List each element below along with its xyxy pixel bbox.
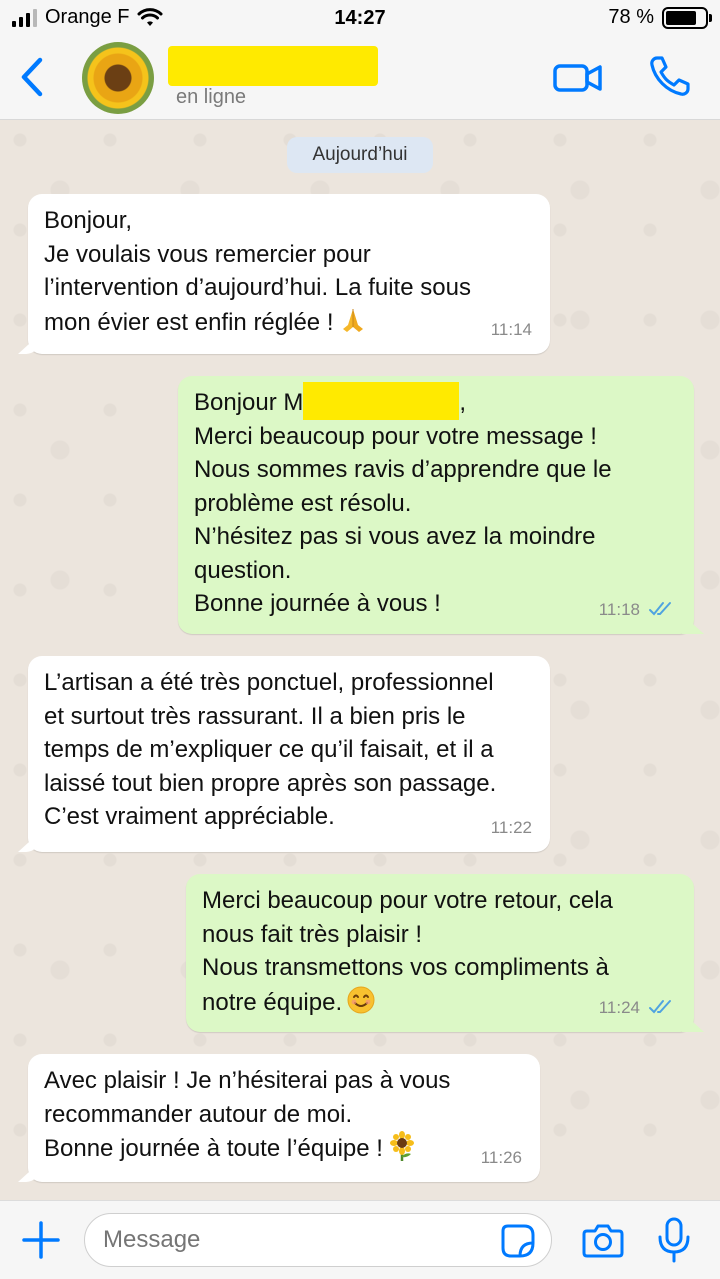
message-line: problème est résolu. [194,489,412,517]
redacted-name [303,381,460,420]
greeting-prefix: Bonjour M [194,389,304,416]
contact-avatar[interactable] [82,42,154,114]
chat-header: en ligne [0,38,720,120]
message-line: recommander autour de moi. [44,1100,353,1128]
plus-icon[interactable] [20,1219,62,1261]
read-receipt-icon [649,602,671,616]
message-line: Bonjour, [44,207,133,234]
contact-name-redacted[interactable] [168,46,378,86]
incoming-message[interactable]: L’artisan a été très ponctuel, professio… [28,656,550,852]
video-call-icon[interactable] [552,58,604,98]
message-line: Avec plaisir ! Je n’hésiterai pas à vous [44,1067,451,1094]
message-meta: 11:14 [491,313,532,347]
phone-call-icon[interactable] [648,54,692,98]
battery-percent: 78 % [608,6,654,28]
message-line: Bonjour M, [194,381,678,420]
message-line: C’est vraiment appréciable. [44,803,335,830]
message-line: question. [194,556,292,584]
presence-status: en ligne [176,86,247,108]
sticker-icon[interactable] [500,1223,536,1259]
battery-fill [666,10,696,25]
message-line: L’artisan a été très ponctuel, professio… [44,669,494,696]
message-time: 11:14 [490,319,532,339]
message-line: Merci beaucoup pour votre retour, cela [202,887,613,914]
message-line: N’hésitez pas si vous avez la moindre [194,523,596,551]
message-time: 11:26 [480,1147,522,1167]
message-line: temps de m’expliquer ce qu’il faisait, e… [44,736,494,763]
message-text: notre équipe. [202,988,343,1016]
status-bar: Orange F 14:27 78 % [0,0,720,38]
message-time: 11:18 [598,599,640,619]
message-text: mon évier est enfin réglée ! [44,308,334,336]
message-meta: 11:24 [599,991,676,1025]
message-line: et surtout très rassurant. Il a bien pri… [44,702,466,730]
message-time: 11:24 [598,997,640,1017]
message-line: Nous transmettons vos compliments à [202,954,609,981]
back-chevron-icon[interactable] [14,52,54,102]
microphone-icon[interactable] [656,1217,692,1263]
battery-group: 78 % [608,6,712,29]
greeting-suffix: , [459,389,467,416]
message-line: l’intervention d’aujourd’hui. La fuite s… [44,274,471,301]
message-meta: 11:18 [599,593,676,627]
camera-icon[interactable] [582,1221,624,1259]
message-list[interactable]: Aujourd’hui Bonjour, Je voulais vous rem… [0,120,720,1200]
outgoing-message[interactable]: Merci beaucoup pour votre retour, cela n… [186,874,694,1032]
message-meta: 11:26 [481,1141,522,1175]
battery-icon [662,6,712,29]
incoming-message[interactable]: Bonjour, Je voulais vous remercier pour … [28,194,550,354]
sunflower-emoji-icon [389,1131,414,1161]
message-line: Nous sommes ravis d’apprendre que le [194,456,612,484]
compose-bar [0,1200,720,1279]
date-separator: Aujourd’hui [287,137,433,173]
message-line: Bonne journée à toute l’équipe ! [44,1131,524,1166]
incoming-message[interactable]: Avec plaisir ! Je n’hésiterai pas à vous… [28,1054,540,1182]
message-input[interactable] [84,1213,552,1267]
read-receipt-icon [649,1000,671,1014]
message-time: 11:22 [490,817,532,837]
message-meta: 11:22 [491,811,532,845]
message-line: nous fait très plaisir ! [202,920,423,948]
folded-hands-emoji-icon [342,308,363,332]
smiling-face-emoji-icon [347,986,375,1013]
outgoing-message[interactable]: Bonjour M, Merci beaucoup pour votre mes… [178,376,694,634]
message-text: Bonne journée à toute l’équipe ! [44,1135,383,1162]
message-line: Merci beaucoup pour votre message ! [194,422,597,450]
message-line: Je voulais vous remercier pour [44,240,371,268]
message-line: laissé tout bien propre après son passag… [44,769,497,797]
message-line: mon évier est enfin réglée ! [44,305,534,340]
